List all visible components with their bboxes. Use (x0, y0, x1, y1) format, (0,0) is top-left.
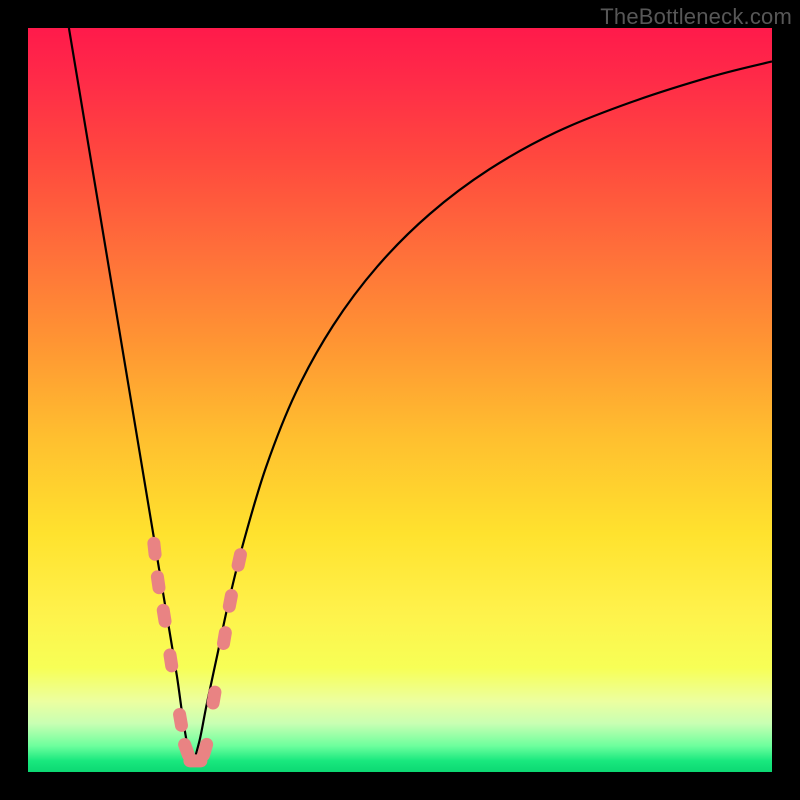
plot-frame (28, 28, 772, 772)
valley-marker (206, 685, 223, 711)
valley-marker (222, 588, 239, 614)
valley-marker (156, 603, 173, 629)
valley-marker (172, 707, 189, 733)
valley-markers (147, 536, 249, 767)
valley-marker (216, 625, 233, 651)
watermark-text: TheBottleneck.com (600, 4, 792, 30)
valley-marker (147, 536, 163, 561)
valley-marker (230, 547, 248, 573)
valley-marker (150, 569, 166, 595)
plot-svg (28, 28, 772, 772)
valley-marker (163, 648, 180, 674)
